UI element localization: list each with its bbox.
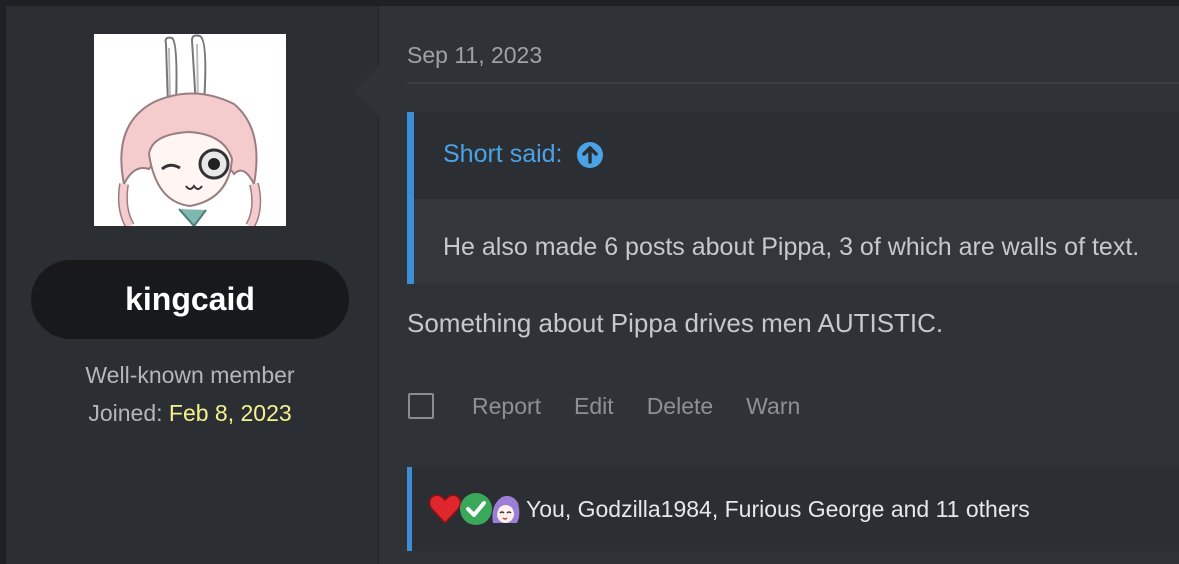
- anime-face-icon: [490, 493, 520, 525]
- quote-author[interactable]: Short said:: [443, 140, 563, 169]
- user-avatar[interactable]: [94, 34, 286, 226]
- divider: [407, 82, 1179, 84]
- post-main: Sep 11, 2023 Short said: He also made 6 …: [379, 6, 1179, 564]
- quote-block: Short said: He also made 6 posts about P…: [407, 112, 1179, 284]
- username[interactable]: kingcaid: [125, 281, 255, 318]
- joined-row: Joined: Feb 8, 2023: [6, 400, 374, 427]
- select-post-checkbox[interactable]: [408, 393, 434, 419]
- joined-label: Joined:: [88, 400, 163, 426]
- post-body: Something about Pippa drives men AUTISTI…: [407, 308, 944, 338]
- post-actions: Report Edit Delete Warn: [407, 391, 833, 421]
- reactions-bar[interactable]: You, Godzilla1984, Furious George and 11…: [407, 467, 1179, 551]
- quote-text: He also made 6 posts about Pippa, 3 of w…: [443, 233, 1140, 261]
- anime-bunny-girl-avatar-icon: [94, 34, 286, 226]
- heart-icon: [428, 492, 462, 526]
- report-link[interactable]: Report: [472, 393, 541, 420]
- check-icon: [460, 493, 492, 525]
- arrow-up-circle-icon[interactable]: [576, 141, 603, 168]
- reaction-icons: [428, 492, 520, 526]
- post-date[interactable]: Sep 11, 2023: [407, 42, 542, 69]
- forum-post: kingcaid Well-known member Joined: Feb 8…: [6, 6, 1179, 564]
- warn-link[interactable]: Warn: [746, 393, 800, 420]
- reaction-summary[interactable]: You, Godzilla1984, Furious George and 11…: [526, 496, 1030, 523]
- quote-header[interactable]: Short said:: [443, 140, 603, 169]
- post-pointer-arrow: [354, 66, 379, 116]
- joined-date: Feb 8, 2023: [168, 400, 292, 426]
- user-title: Well-known member: [85, 362, 295, 388]
- edit-link[interactable]: Edit: [574, 393, 614, 420]
- delete-link[interactable]: Delete: [647, 393, 713, 420]
- user-sidebar: kingcaid Well-known member Joined: Feb 8…: [6, 6, 379, 564]
- username-badge[interactable]: kingcaid: [31, 260, 349, 339]
